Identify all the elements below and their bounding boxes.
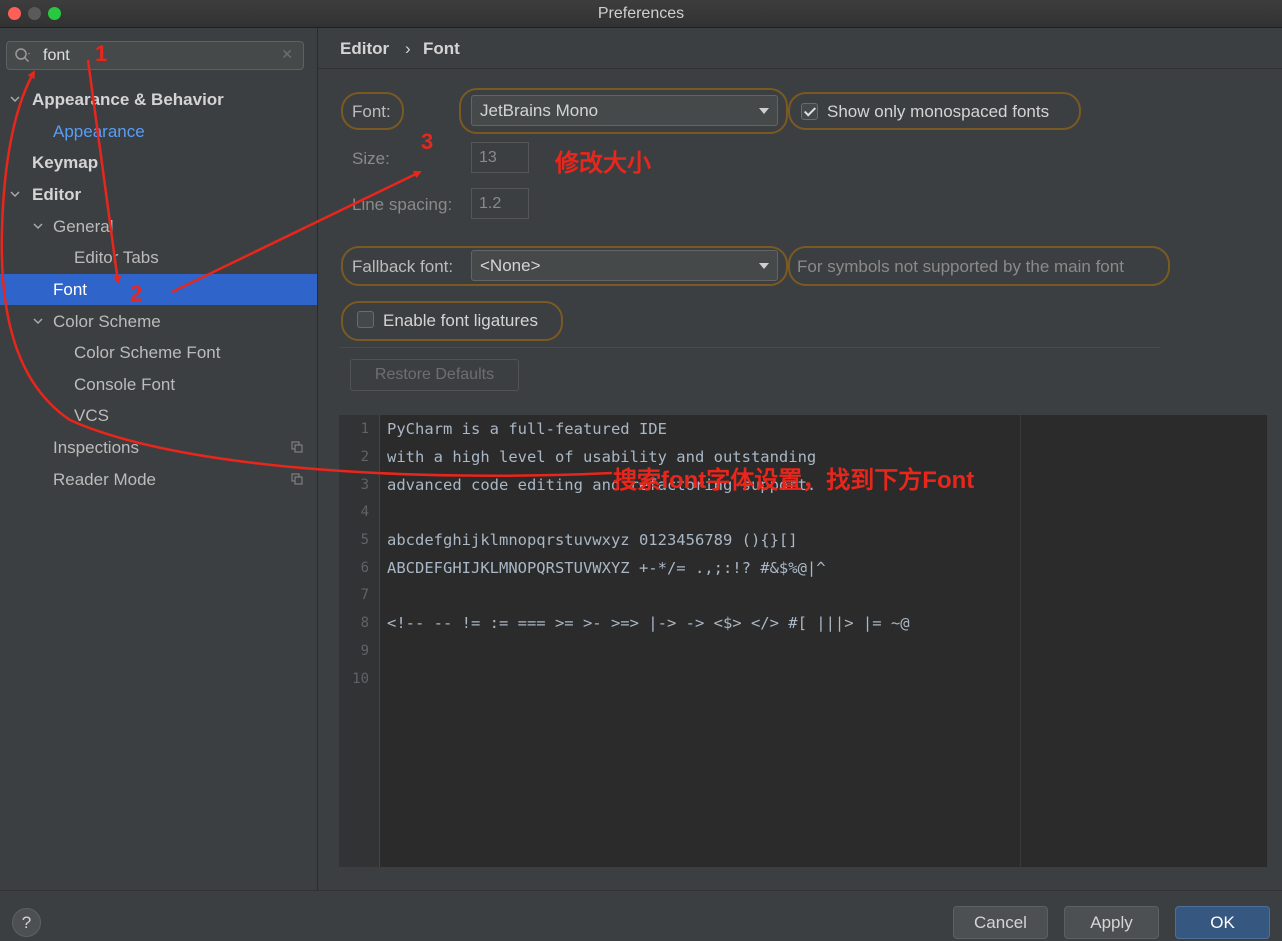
line-number-gutter: 1 2 3 4 5 6 7 8 9 10 (339, 415, 380, 867)
preview-line: <!-- -- != := === >= >- >=> |-> -> <$> <… (387, 614, 910, 632)
breadcrumb: Editor › Font (318, 28, 1282, 69)
ligatures-checkbox[interactable] (357, 311, 374, 328)
chevron-down-icon[interactable] (8, 187, 22, 201)
line-number: 1 (360, 421, 369, 437)
font-family-value: JetBrains Mono (480, 101, 599, 120)
title-bar: Preferences (0, 0, 1282, 28)
tree-item-editor[interactable]: Editor (0, 179, 317, 210)
line-spacing-input[interactable]: 1.2 (471, 188, 529, 219)
window-title: Preferences (597, 5, 685, 22)
tree-item-vcs[interactable]: VCS (0, 400, 317, 431)
tree-item-label: Reader Mode (53, 470, 157, 489)
dropdown-arrow-icon (759, 263, 769, 269)
line-number: 5 (360, 532, 369, 548)
apply-button[interactable]: Apply (1064, 906, 1159, 939)
tree-item-console-font[interactable]: Console Font (0, 369, 317, 400)
tree-item-label: Appearance (53, 122, 145, 141)
line-number: 4 (360, 504, 369, 520)
chevron-down-icon[interactable] (31, 219, 45, 233)
fallback-font-dropdown[interactable]: <None> (471, 250, 778, 281)
separator (340, 347, 1160, 348)
line-number: 3 (360, 477, 369, 493)
preview-line: abcdefghijklmnopqrstuvwxyz 0123456789 ()… (387, 531, 798, 549)
tree-item-label: Editor (32, 185, 82, 204)
annotation-size-note: 修改大小 (555, 150, 651, 177)
monospaced-only-label[interactable]: Show only monospaced fonts (827, 102, 1049, 122)
tree-item-label: Appearance & Behavior (32, 90, 224, 109)
settings-sidebar: ✕ Appearance & Behavior Appearance Keyma… (0, 28, 318, 890)
preview-line: ABCDEFGHIJKLMNOPQRSTUVWXYZ +-*/= .,;:!? … (387, 559, 826, 577)
breadcrumb-current: Font (423, 39, 460, 58)
project-settings-icon (291, 441, 303, 453)
line-number: 2 (360, 449, 369, 465)
tree-item-label: Inspections (53, 438, 139, 457)
tree-item-label: Keymap (32, 153, 99, 172)
settings-search-box[interactable]: ✕ (6, 41, 304, 70)
clear-search-icon[interactable]: ✕ (281, 46, 293, 63)
cancel-button[interactable]: Cancel (953, 906, 1048, 939)
annotation-search-note: 搜索font字体设置，找到下方Font (613, 467, 975, 494)
size-input[interactable]: 13 (471, 142, 529, 173)
fallback-font-hint: For symbols not supported by the main fo… (797, 257, 1124, 276)
dialog-footer: ? Cancel Apply OK (0, 890, 1282, 941)
ligatures-label[interactable]: Enable font ligatures (383, 311, 538, 331)
preview-line: PyCharm is a full-featured IDE (387, 420, 667, 438)
tree-item-label: General (53, 217, 114, 236)
tree-item-label: Editor Tabs (74, 248, 159, 267)
help-button[interactable]: ? (12, 908, 41, 937)
tree-item-label: VCS (74, 406, 109, 425)
line-number: 6 (360, 560, 369, 576)
tree-item-editor-tabs[interactable]: Editor Tabs (0, 242, 317, 273)
dropdown-arrow-icon (759, 108, 769, 114)
tree-item-label: Color Scheme (53, 312, 161, 331)
project-settings-icon (291, 473, 303, 485)
search-input[interactable] (43, 45, 273, 67)
annotation-step-2: 2 (130, 281, 143, 306)
font-family-dropdown[interactable]: JetBrains Mono (471, 95, 778, 126)
chevron-down-icon[interactable] (31, 314, 45, 328)
ok-button[interactable]: OK (1175, 906, 1270, 939)
tree-item-label: Color Scheme Font (74, 343, 221, 362)
breadcrumb-separator: › (405, 39, 411, 58)
tree-item-appearance[interactable]: Appearance (0, 116, 317, 147)
tree-item-appearance-behavior[interactable]: Appearance & Behavior (0, 84, 317, 115)
search-icon[interactable] (14, 47, 32, 65)
tree-item-keymap[interactable]: Keymap (0, 147, 317, 178)
tree-item-label: Console Font (74, 375, 176, 394)
line-spacing-label: Line spacing: (352, 195, 453, 214)
size-label: Size: (352, 149, 390, 168)
line-number: 7 (360, 587, 369, 603)
tree-item-color-scheme-font[interactable]: Color Scheme Font (0, 337, 317, 368)
tree-item-inspections[interactable]: Inspections (0, 432, 317, 463)
fallback-font-value: <None> (480, 256, 541, 275)
annotation-step-3: 3 (421, 129, 434, 154)
tree-item-font[interactable]: Font (0, 274, 317, 305)
right-margin-guide (1020, 415, 1021, 867)
tree-item-color-scheme[interactable]: Color Scheme (0, 306, 317, 337)
line-number: 8 (360, 615, 369, 631)
restore-defaults-button[interactable]: Restore Defaults (350, 359, 519, 391)
line-number: 10 (352, 671, 369, 687)
monospaced-only-checkbox[interactable] (801, 103, 818, 120)
breadcrumb-parent[interactable]: Editor (340, 39, 389, 59)
fallback-font-label: Fallback font: (352, 257, 454, 276)
font-label: Font: (352, 102, 391, 121)
line-number: 9 (360, 643, 369, 659)
tree-item-label: Font (53, 280, 88, 299)
chevron-down-icon[interactable] (8, 92, 22, 106)
tree-item-reader-mode[interactable]: Reader Mode (0, 464, 317, 495)
tree-item-general[interactable]: General (0, 211, 317, 242)
annotation-step-1: 1 (95, 41, 108, 66)
